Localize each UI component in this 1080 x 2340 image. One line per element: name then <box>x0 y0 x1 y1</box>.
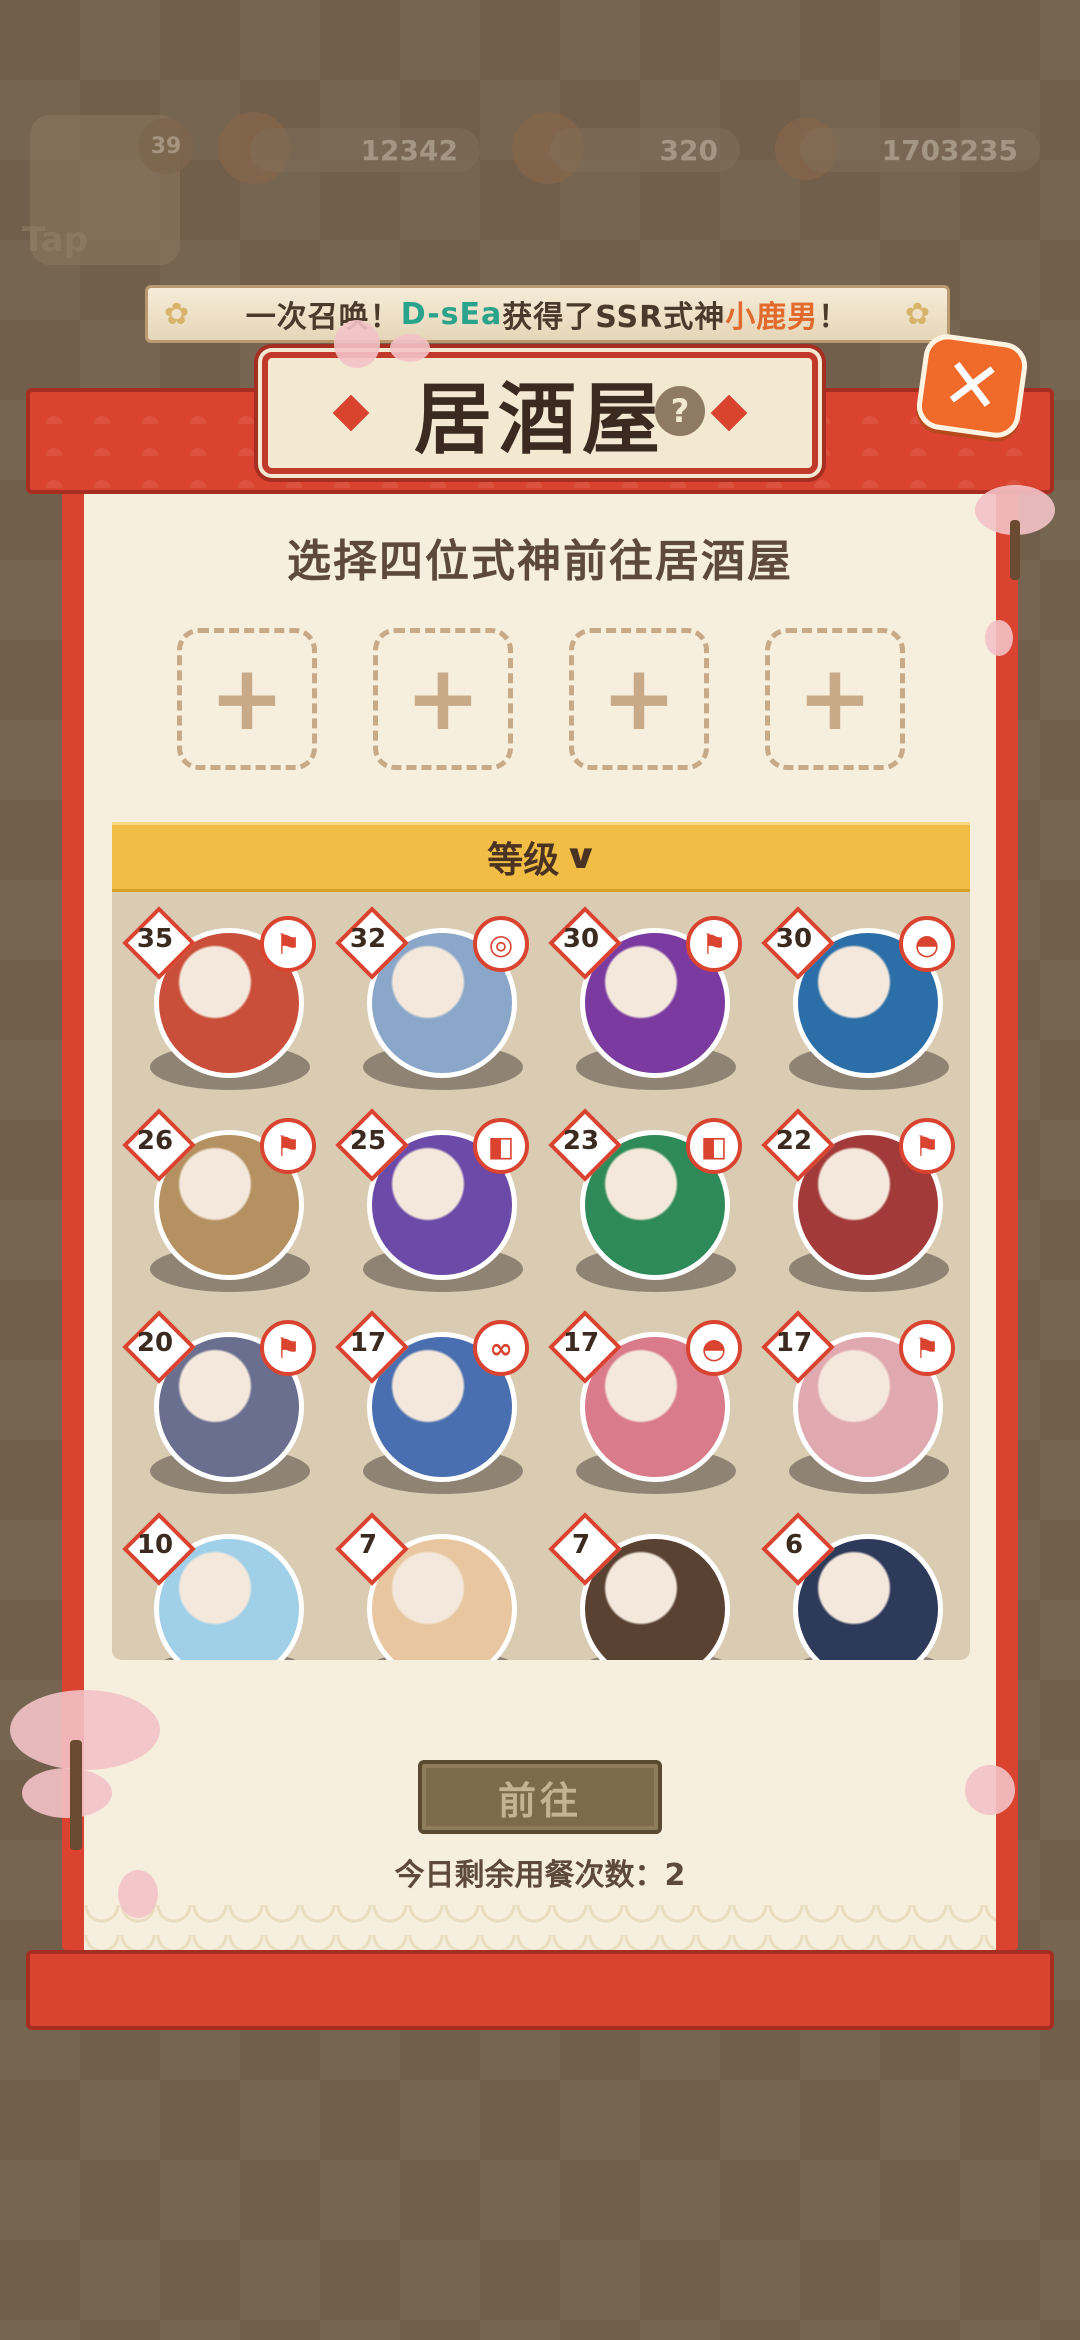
support-icon: ◓ <box>899 916 955 972</box>
attack-icon: ⚑ <box>260 916 316 972</box>
chevron-down-icon: ∨ <box>563 837 599 877</box>
level-badge: 20 <box>124 1312 186 1374</box>
level-value: 7 <box>571 1530 591 1560</box>
shikigami-card[interactable]: 30 ⚑ <box>546 904 746 1104</box>
attack-icon: ⚑ <box>899 1320 955 1376</box>
level-value: 23 <box>562 1126 600 1156</box>
attack-icon: ⚑ <box>899 1118 955 1174</box>
close-button[interactable]: ✕ <box>913 331 1031 441</box>
level-badge: 35 <box>124 908 186 970</box>
control-icon: ◎ <box>473 916 529 972</box>
attack-icon: ⚑ <box>260 1118 316 1174</box>
panel-footer-bar <box>26 1950 1054 2030</box>
flower-icon: ✿ <box>164 296 191 332</box>
petal-decoration <box>390 334 430 362</box>
level-badge: 6 <box>763 1514 825 1576</box>
level-badge: 10 <box>124 1514 186 1576</box>
shikigami-card[interactable]: 10 <box>120 1510 320 1660</box>
level-badge: 30 <box>763 908 825 970</box>
level-value: 25 <box>349 1126 387 1156</box>
team-slot-4[interactable]: + <box>765 628 905 770</box>
defense-icon: ◧ <box>473 1118 529 1174</box>
wave-pattern-strip <box>84 1905 996 1950</box>
level-badge: 7 <box>550 1514 612 1576</box>
level-value: 17 <box>775 1328 813 1358</box>
level-value: 6 <box>784 1530 804 1560</box>
shikigami-card[interactable]: 32 ◎ <box>333 904 533 1104</box>
help-button[interactable]: ? <box>655 386 705 436</box>
shikigami-card[interactable]: 22 ⚑ <box>759 1106 959 1306</box>
remaining-meals-label: 今日剩余用餐次数：2 <box>394 1858 686 1893</box>
level-badge: 23 <box>550 1110 612 1172</box>
level-value: 10 <box>136 1530 174 1560</box>
level-badge: 30 <box>550 908 612 970</box>
branch-decoration <box>70 1740 82 1850</box>
player-name: D-sEa <box>400 296 503 332</box>
defense-icon: ◧ <box>686 1118 742 1174</box>
level-value: 26 <box>136 1126 174 1156</box>
sort-label: 等级 <box>487 840 560 881</box>
sort-dropdown[interactable]: 等级 ∨ <box>112 822 970 892</box>
close-icon: ✕ <box>937 341 1007 431</box>
petal-decoration <box>334 320 380 368</box>
level-badge: 17 <box>337 1312 399 1374</box>
shikigami-card[interactable]: 35 ⚑ <box>120 904 320 1104</box>
shikigami-name: 小鹿男 <box>725 300 819 335</box>
diamond-ornament <box>710 394 748 432</box>
level-badge: 25 <box>337 1110 399 1172</box>
cherry-blossom-decoration <box>10 1690 160 1770</box>
shikigami-card[interactable]: 20 ⚑ <box>120 1308 320 1508</box>
shikigami-card[interactable]: 30 ◓ <box>759 904 959 1104</box>
petal-decoration <box>985 620 1013 656</box>
level-value: 20 <box>136 1328 174 1358</box>
level-value: 32 <box>349 924 387 954</box>
shikigami-card[interactable]: 23 ◧ <box>546 1106 746 1306</box>
level-value: 30 <box>775 924 813 954</box>
attack-icon: ⚑ <box>686 916 742 972</box>
shikigami-card[interactable]: 25 ◧ <box>333 1106 533 1306</box>
level-value: 35 <box>136 924 174 954</box>
plus-icon: + <box>797 646 873 751</box>
shikigami-card[interactable]: 26 ⚑ <box>120 1106 320 1306</box>
level-value: 30 <box>562 924 600 954</box>
plus-icon: + <box>601 646 677 751</box>
level-badge: 22 <box>763 1110 825 1172</box>
panel-title: 居酒屋 <box>413 375 666 465</box>
level-value: 22 <box>775 1126 813 1156</box>
petal-decoration <box>965 1765 1015 1815</box>
plus-icon: + <box>209 646 285 751</box>
flower-icon: ✿ <box>904 296 931 332</box>
shikigami-card[interactable]: 7 <box>546 1510 746 1660</box>
shikigami-grid[interactable]: 35 ⚑ 32 ◎ 30 ⚑ 30 ◓ 26 ⚑ 25 ◧ 23 ◧ 22 ⚑ 20 ⚑ 17 ∞ 17 ◓ 17 ⚑ 10 7 7… <box>112 892 970 1660</box>
shikigami-card[interactable]: 17 ◓ <box>546 1308 746 1508</box>
attack-icon: ⚑ <box>260 1320 316 1376</box>
diamond-ornament <box>332 394 370 432</box>
shikigami-card[interactable]: 7 <box>333 1510 533 1660</box>
team-slot-1[interactable]: + <box>177 628 317 770</box>
shikigami-card[interactable]: 17 ∞ <box>333 1308 533 1508</box>
team-slot-2[interactable]: + <box>373 628 513 770</box>
shikigami-card[interactable]: 6 <box>759 1510 959 1660</box>
title-plaque: 居酒屋 <box>262 352 818 474</box>
cherry-blossom-decoration <box>22 1768 112 1818</box>
level-badge: 7 <box>337 1514 399 1576</box>
level-badge: 26 <box>124 1110 186 1172</box>
level-value: 7 <box>358 1530 378 1560</box>
heal-icon: ∞ <box>473 1320 529 1376</box>
support-icon: ◓ <box>686 1320 742 1376</box>
level-badge: 32 <box>337 908 399 970</box>
level-badge: 17 <box>763 1312 825 1374</box>
shikigami-card[interactable]: 17 ⚑ <box>759 1308 959 1508</box>
level-value: 17 <box>562 1328 600 1358</box>
level-value: 17 <box>349 1328 387 1358</box>
panel-subtitle: 选择四位式神前往居酒屋 <box>287 536 793 587</box>
plus-icon: + <box>405 646 481 751</box>
go-button[interactable]: 前往 <box>418 1760 662 1834</box>
team-slot-3[interactable]: + <box>569 628 709 770</box>
summon-broadcast-banner: ✿ 一次召唤！ D-sEa 获得了SSR式神 小鹿男 ！ ✿ <box>145 285 950 343</box>
level-badge: 17 <box>550 1312 612 1374</box>
